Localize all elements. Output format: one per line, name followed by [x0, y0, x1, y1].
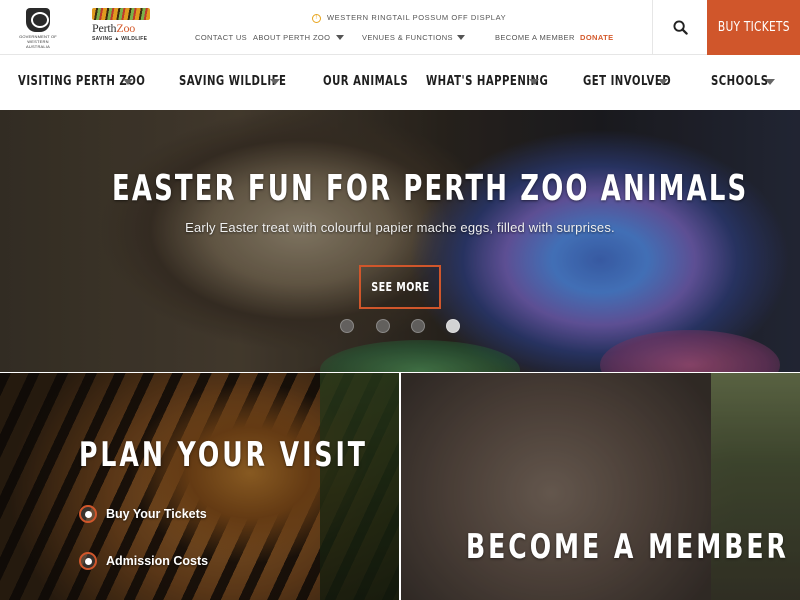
nav-schools[interactable]: SCHOOLS — [711, 74, 769, 89]
chevron-down-icon[interactable] — [765, 79, 775, 85]
buy-tickets-label: BUY TICKETS — [717, 20, 790, 35]
carousel-dot-active[interactable] — [446, 319, 460, 333]
chevron-down-icon[interactable] — [529, 79, 539, 85]
utility-link-donate[interactable]: DONATE — [580, 33, 614, 42]
chevron-down-icon[interactable] — [123, 79, 133, 85]
admission-costs-link[interactable]: Admission Costs — [79, 551, 208, 571]
plan-your-visit-tile[interactable]: PLAN YOUR VISIT Buy Your Tickets Admissi… — [0, 373, 399, 600]
utility-link-contact[interactable]: CONTACT US — [195, 33, 247, 42]
paw-icon — [79, 552, 97, 570]
paw-icon — [79, 505, 97, 523]
buy-your-tickets-label: Buy Your Tickets — [106, 507, 207, 521]
see-more-button[interactable]: SEE MORE — [359, 265, 441, 309]
alert-text: WESTERN RINGTAIL POSSUM OFF DISPLAY — [327, 13, 507, 22]
chevron-down-icon[interactable] — [457, 35, 465, 40]
zoo-tagline: SAVING ▲ WILDLIFE — [92, 36, 148, 42]
nav-our-animals[interactable]: OUR ANIMALS — [323, 74, 408, 89]
zoo-logo-stripe — [92, 8, 150, 20]
chevron-down-icon[interactable] — [658, 79, 668, 85]
buy-your-tickets-link[interactable]: Buy Your Tickets — [79, 504, 207, 524]
perth-zoo-logo[interactable]: PerthZoo SAVING ▲ WILDLIFE — [92, 8, 150, 48]
chevron-down-icon[interactable] — [336, 35, 344, 40]
carousel-dot[interactable] — [376, 319, 390, 333]
crest-icon — [26, 8, 50, 32]
utility-link-about[interactable]: ABOUT PERTH ZOO — [253, 33, 330, 42]
hero-carousel[interactable]: EASTER FUN FOR PERTH ZOO ANIMALS Early E… — [0, 110, 800, 372]
admission-costs-label: Admission Costs — [106, 554, 209, 568]
top-bar: GOVERNMENT OF WESTERN AUSTRALIA PerthZoo… — [0, 0, 800, 55]
alert-banner[interactable]: ! WESTERN RINGTAIL POSSUM OFF DISPLAY — [312, 13, 506, 23]
plan-your-visit-title: PLAN YOUR VISIT — [79, 435, 368, 475]
zoo-name-perth: Perth — [92, 21, 117, 35]
info-icon: ! — [312, 13, 321, 23]
hero-title: EASTER FUN FOR PERTH ZOO ANIMALS — [112, 168, 749, 209]
zoo-logo-name: PerthZoo — [92, 21, 150, 36]
search-button[interactable] — [652, 0, 707, 55]
carousel-dots — [340, 319, 470, 335]
carousel-dot[interactable] — [340, 319, 354, 333]
buy-tickets-button[interactable]: BUY TICKETS — [707, 0, 800, 55]
become-a-member-title: BECOME A MEMBER — [466, 527, 789, 567]
utility-link-member[interactable]: BECOME A MEMBER — [495, 33, 575, 42]
hero-subtitle: Early Easter treat with colourful papier… — [185, 220, 615, 235]
carousel-dot[interactable] — [411, 319, 425, 333]
become-a-member-tile[interactable]: BECOME A MEMBER — [401, 373, 800, 600]
gov-logo-text: GOVERNMENT OF WESTERN AUSTRALIA — [19, 34, 57, 49]
see-more-label: SEE MORE — [370, 280, 430, 294]
government-wa-logo[interactable]: GOVERNMENT OF WESTERN AUSTRALIA — [16, 8, 60, 49]
chevron-down-icon[interactable] — [270, 79, 280, 85]
search-icon — [672, 20, 688, 35]
utility-link-venues[interactable]: VENUES & FUNCTIONS — [362, 33, 453, 42]
zoo-name-zoo: Zoo — [116, 21, 136, 35]
